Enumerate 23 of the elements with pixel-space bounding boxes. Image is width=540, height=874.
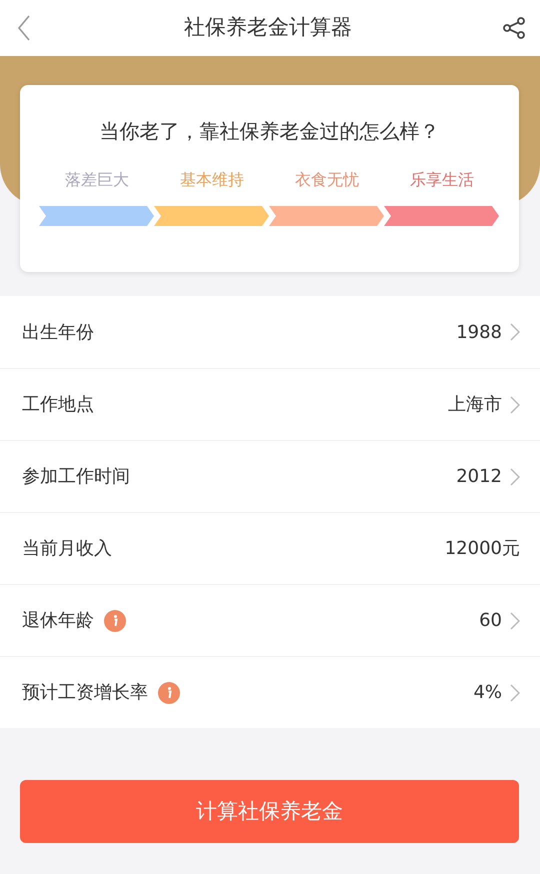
level-label: 衣食无忧	[294, 169, 360, 191]
level-label: 基本维持	[179, 169, 245, 191]
page-title: 社保养老金计算器	[184, 14, 352, 42]
share-button[interactable]	[500, 14, 528, 42]
field-value[interactable]: 1988	[456, 318, 502, 346]
field-value[interactable]: 2012	[456, 463, 502, 490]
field-label: 预计工资增长率	[22, 681, 148, 705]
level-label: 乐享生活	[409, 169, 475, 191]
field-label: 工作地点	[22, 393, 94, 417]
banner-question: 当你老了，靠社保养老金过的怎么样？	[100, 118, 440, 145]
field-label: 出生年份	[22, 320, 94, 344]
share-icon	[502, 16, 526, 40]
field-value[interactable]: 4%	[473, 679, 502, 706]
field-value[interactable]: 12000元	[444, 535, 520, 562]
field-label: 退休年龄	[22, 609, 94, 633]
info-icon[interactable]	[104, 610, 126, 632]
field-label: 当前月收入	[22, 537, 112, 561]
field-label: 参加工作时间	[22, 465, 130, 489]
field-value[interactable]: 60	[479, 607, 502, 634]
back-icon	[17, 14, 31, 42]
level-label: 落差巨大	[64, 169, 130, 191]
info-icon[interactable]	[158, 682, 180, 704]
field-value[interactable]: 上海市	[448, 391, 502, 418]
